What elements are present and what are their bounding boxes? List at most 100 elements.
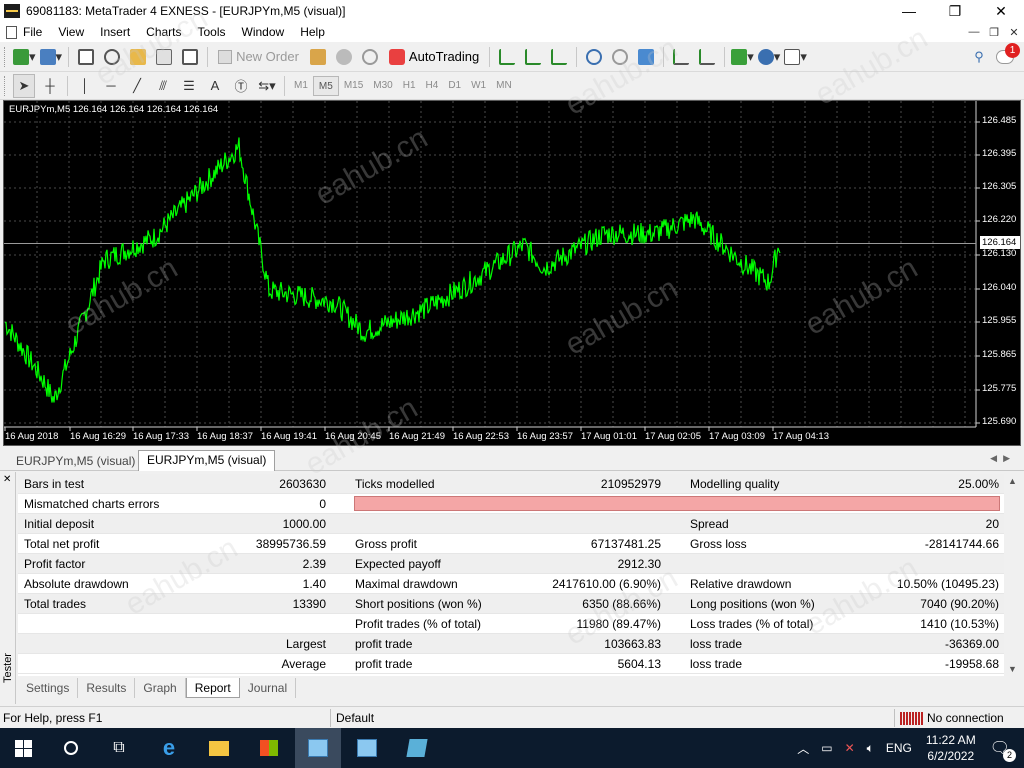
new-chart-button[interactable]: ▾ <box>13 45 36 69</box>
fibonacci-tool[interactable]: ☰ <box>178 74 200 98</box>
horizontal-line-tool[interactable]: ─ <box>100 74 122 98</box>
scroll-up-icon[interactable]: ▲ <box>1008 476 1017 486</box>
toolbar-grip[interactable] <box>4 46 7 67</box>
tab-results[interactable]: Results <box>78 678 136 698</box>
app-taskbar-button[interactable] <box>394 728 440 768</box>
notifications-button[interactable]: 1 <box>994 42 1020 69</box>
data-window-button[interactable] <box>101 45 123 69</box>
close-button[interactable]: ✕ <box>978 0 1024 22</box>
tile-windows-button[interactable] <box>635 45 657 69</box>
tab-settings[interactable]: Settings <box>18 678 79 698</box>
signals-button[interactable] <box>333 45 355 69</box>
chart-tab-1[interactable]: EURJPYm,M5 (visual) <box>8 452 143 470</box>
vertical-line-tool[interactable]: │ <box>74 74 96 98</box>
minimize-button[interactable]: — <box>886 0 932 22</box>
timeframe-w1[interactable]: W1 <box>466 76 491 96</box>
start-button[interactable] <box>0 728 46 768</box>
equidistant-channel-tool[interactable]: ⫻ <box>152 74 174 98</box>
network-icon[interactable]: ✕ <box>845 741 855 755</box>
chart-shift-button[interactable] <box>670 45 692 69</box>
bar-chart-button[interactable] <box>496 45 518 69</box>
autoscroll-button[interactable] <box>696 45 718 69</box>
autotrading-button[interactable]: AutoTrading <box>385 45 483 69</box>
timeframe-m30[interactable]: M30 <box>368 76 397 96</box>
volume-icon[interactable]: 🔈︎ <box>867 741 874 756</box>
timeframe-m15[interactable]: M15 <box>339 76 368 96</box>
templates-button[interactable]: ▾ <box>784 45 807 69</box>
report-cell-c2v: 210952979 <box>600 477 661 491</box>
arrow-cursor-icon: ➤ <box>18 77 30 93</box>
scroll-down-icon[interactable]: ▼ <box>1008 664 1017 674</box>
maximize-button[interactable]: ❐ <box>932 0 978 22</box>
action-center-badge: 2 <box>1003 749 1016 762</box>
trendline-tool[interactable]: ╱ <box>126 74 148 98</box>
language-indicator[interactable]: ENG <box>886 741 912 755</box>
price-chart[interactable]: EURJPYm,M5 126.164 126.164 126.164 126.1… <box>3 100 1021 446</box>
action-center-button[interactable]: 🗨︎ 2 <box>990 738 1016 762</box>
chart-tab-scroll-arrows[interactable]: ◀▶ <box>990 453 1016 464</box>
clock[interactable]: 11:22 AM 6/2/2022 <box>926 732 976 764</box>
report-cell-c3v: -28141744.66 <box>924 537 999 551</box>
task-view-icon: ⧉ <box>113 739 125 756</box>
indicators-button[interactable]: ▾ <box>731 45 754 69</box>
profiles-button[interactable]: ▾ <box>39 45 62 69</box>
child-minimize-button[interactable]: — <box>964 26 984 39</box>
autoscroll-icon <box>699 48 716 65</box>
strategy-tester-button[interactable] <box>179 45 201 69</box>
report-cell-c3l: Long positions (won %) <box>690 597 815 611</box>
candlestick-button[interactable] <box>522 45 544 69</box>
crosshair-tool[interactable]: ┼ <box>39 74 61 98</box>
tab-journal[interactable]: Journal <box>240 678 297 698</box>
report-cell-c1v: 1.40 <box>302 577 326 591</box>
menu-file[interactable]: File <box>0 22 50 42</box>
timeframe-d1[interactable]: D1 <box>443 76 466 96</box>
menu-tools[interactable]: Tools <box>190 22 234 42</box>
line-chart-button[interactable] <box>548 45 570 69</box>
task-view-button[interactable]: ⧉ <box>96 728 142 768</box>
toolbar-grip[interactable] <box>4 75 7 96</box>
timeframe-h1[interactable]: H1 <box>398 76 421 96</box>
metatrader-taskbar-button[interactable] <box>295 728 341 768</box>
battery-icon[interactable]: ▭ <box>821 741 832 755</box>
market-watch-button[interactable] <box>75 45 97 69</box>
navigator-button[interactable] <box>127 45 149 69</box>
timeframe-m1[interactable]: M1 <box>289 76 313 96</box>
menu-charts[interactable]: Charts <box>138 22 189 42</box>
edge-button[interactable]: e <box>146 728 192 768</box>
report-row: Total trades 13390 Short positions (won %)… <box>18 594 1004 614</box>
radio-button[interactable] <box>359 45 381 69</box>
child-close-button[interactable]: ✕ <box>1004 26 1024 39</box>
child-restore-button[interactable]: ❐ <box>984 26 1004 39</box>
timeframe-m5[interactable]: M5 <box>312 75 339 96</box>
store-button[interactable] <box>246 728 292 768</box>
metaeditor-button[interactable] <box>307 45 329 69</box>
metatrader-2-taskbar-button[interactable] <box>344 728 390 768</box>
text-tool[interactable]: A <box>204 74 226 98</box>
menu-insert[interactable]: Insert <box>92 22 138 42</box>
report-scrollbar[interactable]: ▲ ▼ <box>1004 474 1021 676</box>
timeframe-h4[interactable]: H4 <box>421 76 444 96</box>
new-order-button[interactable]: New Order <box>214 45 303 69</box>
terminal-button[interactable] <box>153 45 175 69</box>
file-explorer-button[interactable] <box>196 728 242 768</box>
close-tester-icon[interactable]: ✕ <box>3 474 11 485</box>
metatrader-icon <box>357 739 377 757</box>
status-bar: For Help, press F1 Default No connection <box>0 706 1024 728</box>
time-tick-label: 16 Aug 22:53 <box>453 431 509 442</box>
cursor-tool[interactable]: ➤ <box>13 73 35 98</box>
text-label-tool[interactable]: Ⓣ <box>230 74 252 98</box>
tab-report[interactable]: Report <box>185 678 240 698</box>
timeframe-mn[interactable]: MN <box>491 76 517 96</box>
search-taskbar-button[interactable] <box>48 728 94 768</box>
menu-window[interactable]: Window <box>234 22 293 42</box>
arrows-tool[interactable]: ⇆▾ <box>256 74 278 98</box>
periods-button[interactable]: ▾ <box>757 45 780 69</box>
menu-view[interactable]: View <box>50 22 92 42</box>
search-button[interactable]: ⚲ <box>968 45 990 69</box>
zoom-in-button[interactable] <box>583 45 605 69</box>
chart-tab-2[interactable]: EURJPYm,M5 (visual) <box>138 450 276 471</box>
zoom-out-button[interactable] <box>609 45 631 69</box>
show-hidden-icons[interactable]: ︿ <box>797 740 809 757</box>
menu-help[interactable]: Help <box>292 22 333 42</box>
tab-graph[interactable]: Graph <box>135 678 186 698</box>
